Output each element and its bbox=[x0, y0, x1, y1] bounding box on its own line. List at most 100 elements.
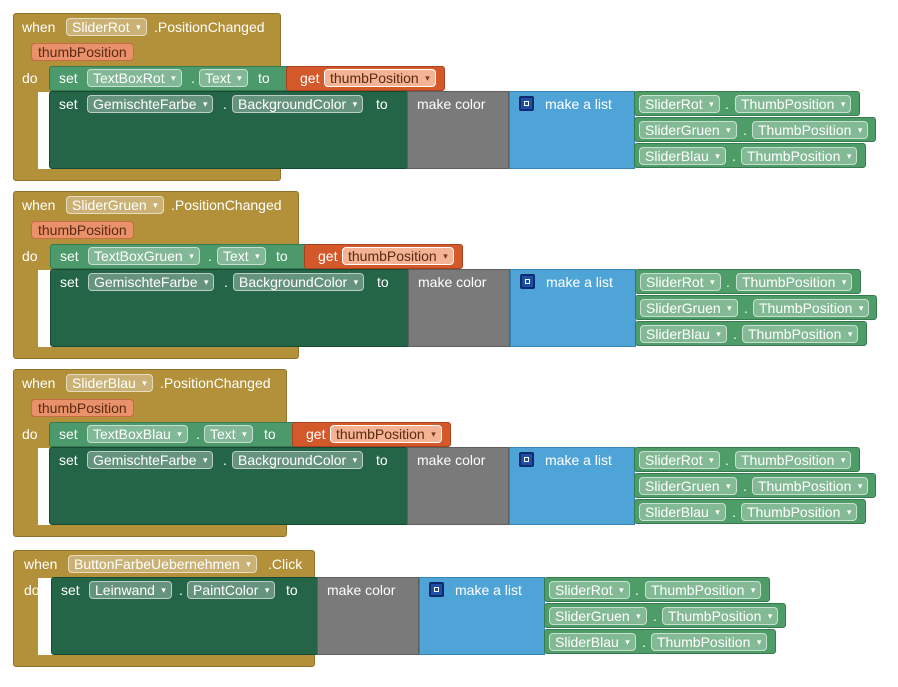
property-dropdown[interactable]: ThumbPosition ▾ bbox=[662, 607, 779, 625]
dropdown-arrow-icon: ▾ bbox=[847, 329, 853, 339]
component-dropdown[interactable]: SliderRot ▾ bbox=[66, 18, 147, 36]
dot-separator: . bbox=[223, 96, 227, 112]
event-parameter[interactable]: thumbPosition bbox=[31, 43, 134, 61]
dropdown-arrow-icon: ▾ bbox=[352, 99, 358, 109]
dropdown-arrow-icon: ▾ bbox=[709, 455, 714, 465]
dropdown-arrow-icon: ▾ bbox=[255, 251, 260, 261]
make-list-label: make a list bbox=[545, 452, 612, 468]
make-list-label: make a list bbox=[546, 274, 613, 290]
mutator-gear-icon[interactable] bbox=[520, 274, 535, 289]
keyword-to: to bbox=[376, 96, 388, 112]
make-list-label: make a list bbox=[545, 96, 612, 112]
component-dropdown[interactable]: TextBoxBlau ▾ bbox=[87, 425, 188, 443]
dropdown-arrow-icon: ▾ bbox=[625, 637, 630, 647]
dot-separator: . bbox=[744, 300, 748, 316]
event-parameter[interactable]: thumbPosition bbox=[31, 221, 134, 239]
dropdown-arrow-icon: ▾ bbox=[726, 481, 731, 491]
component-dropdown[interactable]: SliderGruen ▾ bbox=[639, 477, 737, 495]
dropdown-arrow-icon: ▾ bbox=[840, 455, 846, 465]
property-dropdown[interactable]: ThumbPosition ▾ bbox=[645, 581, 762, 599]
keyword-set: set bbox=[59, 70, 78, 86]
variable-dropdown[interactable]: thumbPosition ▾ bbox=[330, 425, 442, 443]
property-dropdown[interactable]: ThumbPosition ▾ bbox=[742, 325, 859, 343]
mutator-gear-icon[interactable] bbox=[519, 96, 534, 111]
property-dropdown[interactable]: ThumbPosition ▾ bbox=[736, 273, 853, 291]
dropdown-arrow-icon: ▾ bbox=[726, 125, 731, 135]
keyword-do: do bbox=[22, 70, 38, 86]
dropdown-arrow-icon: ▾ bbox=[858, 303, 864, 313]
property-dropdown[interactable]: ThumbPosition ▾ bbox=[753, 299, 870, 317]
dot-separator: . bbox=[191, 70, 195, 86]
dropdown-arrow-icon: ▾ bbox=[636, 611, 641, 621]
dropdown-arrow-icon: ▾ bbox=[202, 455, 208, 465]
dot-separator: . bbox=[726, 274, 730, 290]
dropdown-arrow-icon: ▾ bbox=[153, 200, 158, 210]
dropdown-arrow-icon: ▾ bbox=[715, 151, 720, 161]
component-dropdown[interactable]: SliderRot ▾ bbox=[549, 581, 630, 599]
property-dropdown[interactable]: Text ▾ bbox=[199, 69, 248, 87]
keyword-do: do bbox=[24, 582, 40, 598]
dropdown-arrow-icon: ▾ bbox=[619, 585, 624, 595]
variable-dropdown[interactable]: thumbPosition ▾ bbox=[342, 247, 454, 265]
component-dropdown[interactable]: ButtonFarbeUebernehmen ▾ bbox=[68, 555, 257, 573]
mutator-gear-icon[interactable] bbox=[429, 582, 444, 597]
component-dropdown[interactable]: SliderGruen ▾ bbox=[66, 196, 164, 214]
component-dropdown[interactable]: SliderRot ▾ bbox=[640, 273, 721, 291]
component-dropdown[interactable]: SliderRot ▾ bbox=[639, 451, 720, 469]
component-dropdown[interactable]: SliderRot ▾ bbox=[639, 95, 720, 113]
component-dropdown[interactable]: SliderBlau ▾ bbox=[549, 633, 636, 651]
property-dropdown[interactable]: BackgroundColor ▾ bbox=[232, 95, 364, 113]
component-dropdown[interactable]: GemischteFarbe ▾ bbox=[87, 451, 214, 469]
dot-separator: . bbox=[196, 426, 200, 442]
event-parameter[interactable]: thumbPosition bbox=[31, 399, 134, 417]
keyword-to: to bbox=[264, 426, 276, 442]
keyword-set: set bbox=[61, 582, 80, 598]
dropdown-arrow-icon: ▾ bbox=[857, 481, 863, 491]
component-dropdown[interactable]: TextBoxGruen ▾ bbox=[88, 247, 200, 265]
dropdown-arrow-icon: ▾ bbox=[353, 277, 359, 287]
component-dropdown[interactable]: GemischteFarbe ▾ bbox=[88, 273, 215, 291]
property-dropdown[interactable]: ThumbPosition ▾ bbox=[735, 451, 852, 469]
property-dropdown[interactable]: PaintColor ▾ bbox=[187, 581, 276, 599]
component-dropdown[interactable]: Leinwand ▾ bbox=[89, 581, 172, 599]
component-dropdown[interactable]: SliderGruen ▾ bbox=[639, 121, 737, 139]
property-dropdown[interactable]: ThumbPosition ▾ bbox=[741, 147, 858, 165]
event-name: .PositionChanged bbox=[160, 375, 271, 391]
dot-separator: . bbox=[732, 504, 736, 520]
component-dropdown[interactable]: SliderBlau ▾ bbox=[66, 374, 153, 392]
make-color-label: make color bbox=[418, 274, 487, 290]
property-dropdown[interactable]: ThumbPosition ▾ bbox=[735, 95, 852, 113]
property-dropdown[interactable]: Text ▾ bbox=[217, 247, 266, 265]
dropdown-arrow-icon: ▾ bbox=[767, 611, 773, 621]
property-dropdown[interactable]: ThumbPosition ▾ bbox=[752, 121, 869, 139]
keyword-set: set bbox=[59, 96, 78, 112]
property-dropdown[interactable]: ThumbPosition ▾ bbox=[651, 633, 768, 651]
component-dropdown[interactable]: SliderBlau ▾ bbox=[640, 325, 727, 343]
property-dropdown[interactable]: Text ▾ bbox=[204, 425, 253, 443]
keyword-set: set bbox=[59, 426, 78, 442]
dot-separator: . bbox=[733, 326, 737, 342]
property-dropdown[interactable]: ThumbPosition ▾ bbox=[741, 503, 858, 521]
make-list-label: make a list bbox=[455, 582, 522, 598]
make-color-label: make color bbox=[417, 96, 486, 112]
dropdown-arrow-icon: ▾ bbox=[715, 507, 720, 517]
component-dropdown[interactable]: SliderGruen ▾ bbox=[549, 607, 647, 625]
keyword-get: get bbox=[300, 70, 320, 86]
make-color-label: make color bbox=[417, 452, 486, 468]
property-dropdown[interactable]: BackgroundColor ▾ bbox=[232, 451, 364, 469]
component-dropdown[interactable]: GemischteFarbe ▾ bbox=[87, 95, 214, 113]
variable-dropdown[interactable]: thumbPosition ▾ bbox=[324, 69, 436, 87]
component-dropdown[interactable]: SliderGruen ▾ bbox=[640, 299, 738, 317]
keyword-to: to bbox=[376, 452, 388, 468]
component-dropdown[interactable]: SliderBlau ▾ bbox=[639, 503, 726, 521]
component-dropdown[interactable]: SliderBlau ▾ bbox=[639, 147, 726, 165]
dropdown-arrow-icon: ▾ bbox=[189, 251, 194, 261]
keyword-when: when bbox=[22, 375, 56, 391]
dot-separator: . bbox=[208, 248, 212, 264]
property-dropdown[interactable]: BackgroundColor ▾ bbox=[233, 273, 365, 291]
property-dropdown[interactable]: ThumbPosition ▾ bbox=[752, 477, 869, 495]
component-dropdown[interactable]: TextBoxRot ▾ bbox=[87, 69, 182, 87]
keyword-to: to bbox=[258, 70, 270, 86]
event-name: .PositionChanged bbox=[171, 197, 282, 213]
mutator-gear-icon[interactable] bbox=[519, 452, 534, 467]
